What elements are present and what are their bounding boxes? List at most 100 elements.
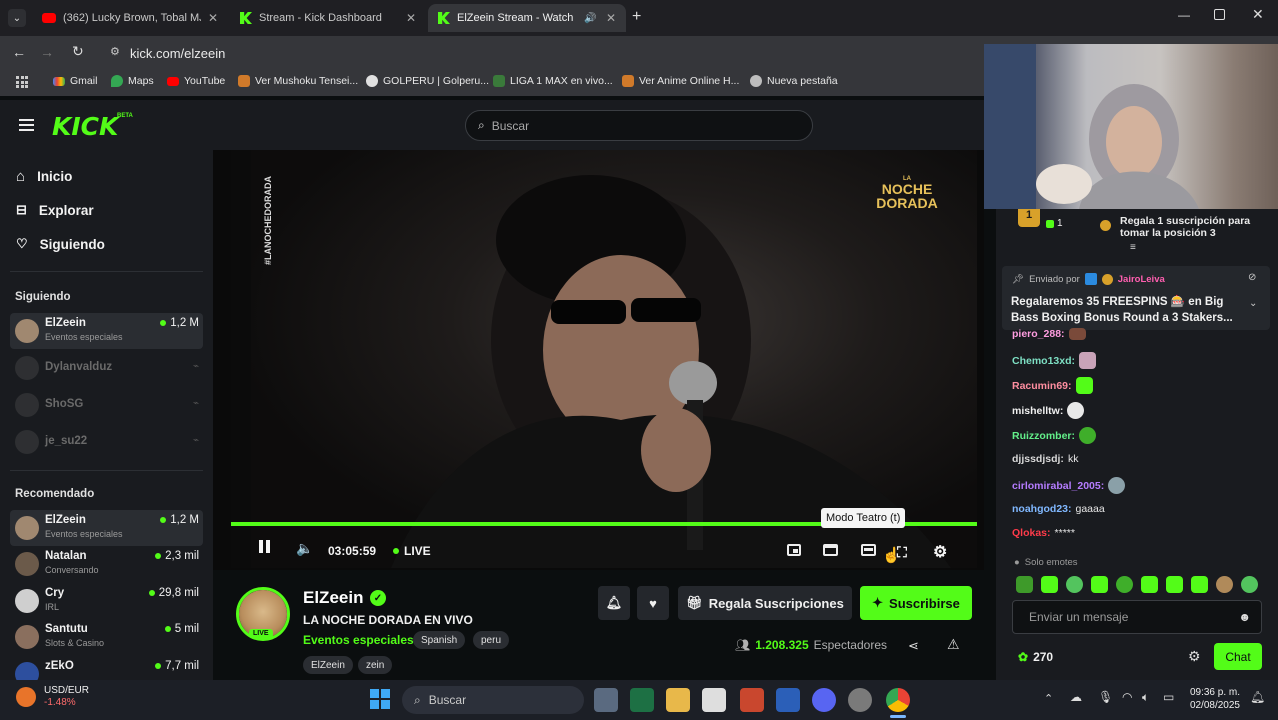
emote-icon[interactable]	[1141, 576, 1158, 593]
chat-message[interactable]: mishelltw:	[1012, 402, 1085, 419]
back-button[interactable]: ←	[12, 44, 26, 60]
emote-icon[interactable]	[1116, 576, 1133, 593]
taskbar-search[interactable]: ⌕ Buscar	[402, 686, 584, 714]
tag-spanish[interactable]: Spanish	[413, 631, 466, 649]
wifi-icon[interactable]: ◠	[1122, 690, 1132, 704]
expand-pin-button[interactable]: ⌄	[1249, 298, 1257, 309]
store-icon[interactable]	[702, 688, 726, 712]
chat-message[interactable]: Chemo13xd:	[1012, 352, 1097, 369]
bookmark-new-tab[interactable]: Nueva pestaña	[750, 75, 838, 87]
nav-siguiendo[interactable]: ♡ Siguiendo	[16, 236, 105, 252]
chat-message[interactable]: noahgod23: gaaaa	[1012, 503, 1105, 515]
tray-chevron-icon[interactable]: ⌃	[1044, 692, 1053, 705]
bookmark-youtube[interactable]: YouTube	[167, 75, 225, 87]
stream-category[interactable]: Eventos especiales	[303, 633, 414, 647]
chat-message[interactable]: Qlokas: *****	[1012, 527, 1075, 539]
tag-zein[interactable]: zein	[358, 656, 393, 674]
url-field[interactable]: ⚙ kick.com/elzeein	[104, 42, 979, 64]
report-button[interactable]: ⚠	[947, 636, 960, 653]
points-counter[interactable]: ✿ 270	[1018, 650, 1053, 664]
chat-message[interactable]: djjssdjsdj: kk	[1012, 453, 1078, 465]
tag-peru[interactable]: peru	[473, 631, 510, 649]
notifications-button[interactable]: 🔔︎	[598, 586, 630, 620]
bookmark-gmail[interactable]: Gmail	[53, 75, 97, 87]
gift-prompt[interactable]: Regala 1 suscripción para tomar la posic…	[1100, 215, 1250, 239]
close-window-button[interactable]: ✕	[1252, 6, 1264, 23]
chat-message[interactable]: cirlomirabal_2005:	[1012, 477, 1126, 494]
volume-button[interactable]: 🔈	[296, 540, 313, 557]
tab-youtube[interactable]: (362) Lucky Brown, Tobal MJ - J ✕	[32, 4, 228, 32]
clip-button[interactable]	[823, 544, 838, 556]
start-button[interactable]	[370, 689, 390, 709]
tab-search-button[interactable]: ⌄	[8, 9, 26, 27]
chat-message[interactable]: piero_288:	[1012, 328, 1086, 340]
emote-icon[interactable]	[1016, 576, 1033, 593]
file-explorer-icon[interactable]	[666, 688, 690, 712]
battery-icon[interactable]: ▭	[1163, 690, 1174, 704]
volume-icon[interactable]: 🔈︎	[1142, 690, 1149, 705]
powerpoint-icon[interactable]	[740, 688, 764, 712]
chrome-icon[interactable]	[886, 688, 910, 712]
emote-icon[interactable]	[1241, 576, 1258, 593]
close-icon[interactable]: ✕	[406, 11, 416, 25]
menu-icon[interactable]	[19, 119, 34, 131]
expand-leaderboard-icon[interactable]: ≡	[1130, 242, 1136, 253]
word-icon[interactable]	[776, 688, 800, 712]
microphone-icon[interactable]: 🎙︎	[1098, 690, 1113, 704]
chat-input[interactable]: Enviar un mensaje ☻	[1012, 600, 1262, 634]
apps-icon[interactable]	[16, 76, 28, 88]
sidebar-channel[interactable]: ShoSG ⌁	[10, 387, 203, 423]
subscribe-button[interactable]: ✦ Suscribirse	[860, 586, 972, 620]
share-button[interactable]: ⋖	[908, 638, 919, 654]
sidebar-channel[interactable]: ElZeein Eventos especiales 1,2 M	[10, 313, 203, 349]
bookmark-liga1[interactable]: LIGA 1 MAX en vivo...	[493, 75, 613, 87]
bookmark-maps[interactable]: Maps	[111, 75, 154, 87]
steam-icon[interactable]	[848, 688, 872, 712]
emote-icon[interactable]	[1066, 576, 1083, 593]
bookmark-mushoku[interactable]: Ver Mushoku Tensei...	[238, 75, 358, 87]
task-view-icon[interactable]	[594, 688, 618, 712]
sidebar-channel[interactable]: Santutu Slots & Casino 5 mil	[10, 619, 203, 655]
sidebar-channel[interactable]: ElZeein Eventos especiales 1,2 M	[10, 510, 203, 546]
tag-elzeein[interactable]: ElZeein	[303, 656, 353, 674]
emote-icon[interactable]	[1191, 576, 1208, 593]
market-widget[interactable]: USD/EUR -1.48%	[16, 685, 89, 709]
emote-icon[interactable]	[1216, 576, 1233, 593]
pause-button[interactable]	[259, 540, 270, 553]
chat-message[interactable]: Racumin69:	[1012, 377, 1093, 394]
discord-icon[interactable]	[812, 688, 836, 712]
tab-elzeein-stream[interactable]: ElZeein Stream - Watch Liv 🔊 ✕	[428, 4, 626, 32]
channel-name[interactable]: ElZeein	[303, 588, 363, 608]
bookmark-golperu[interactable]: GOLPERU | Golperu...	[366, 75, 489, 87]
sidebar-channel[interactable]: Cry IRL 29,8 mil	[10, 583, 203, 619]
maximize-button[interactable]	[1214, 9, 1225, 20]
tab-kick-dashboard[interactable]: Stream - Kick Dashboard ✕	[230, 4, 426, 32]
reload-button[interactable]: ↻	[72, 43, 84, 60]
emote-icon[interactable]	[1041, 576, 1058, 593]
emoji-icon[interactable]: ☻	[1238, 610, 1251, 624]
minimize-button[interactable]: —	[1178, 8, 1190, 22]
sidebar-channel[interactable]: Natalan Conversando 2,3 mil	[10, 546, 203, 582]
follow-button[interactable]: ♥	[637, 586, 669, 620]
close-icon[interactable]: ✕	[606, 11, 616, 25]
notifications-icon[interactable]: 🔔︎	[1250, 690, 1265, 704]
bookmark-anime-online[interactable]: Ver Anime Online H...	[622, 75, 739, 87]
excel-icon[interactable]	[630, 688, 654, 712]
sidebar-channel[interactable]: je_su22 ⌁	[10, 424, 203, 460]
chat-send-button[interactable]: Chat	[1214, 643, 1262, 670]
theater-mode-button[interactable]	[861, 544, 876, 556]
emote-icon[interactable]	[1091, 576, 1108, 593]
kick-logo[interactable]: KICK	[52, 112, 118, 141]
sidebar-channel[interactable]: zEkO 7,7 mil	[10, 656, 203, 680]
nav-inicio[interactable]: ⌂ Inicio	[16, 168, 72, 185]
new-tab-button[interactable]: +	[632, 8, 641, 26]
cloud-icon[interactable]: ☁	[1070, 690, 1082, 704]
chat-settings-button[interactable]: ⚙	[1188, 648, 1201, 665]
sidebar-channel[interactable]: Dylanvalduz ⌁	[10, 350, 203, 386]
fullscreen-button[interactable]: ⛶	[897, 544, 907, 561]
hide-pin-button[interactable]: ⊘	[1248, 272, 1256, 283]
close-icon[interactable]: ✕	[208, 11, 218, 25]
clock[interactable]: 09:36 p. m. 02/08/2025	[1188, 686, 1240, 712]
forward-button[interactable]: →	[40, 44, 54, 60]
site-info-icon[interactable]: ⚙	[110, 45, 120, 58]
